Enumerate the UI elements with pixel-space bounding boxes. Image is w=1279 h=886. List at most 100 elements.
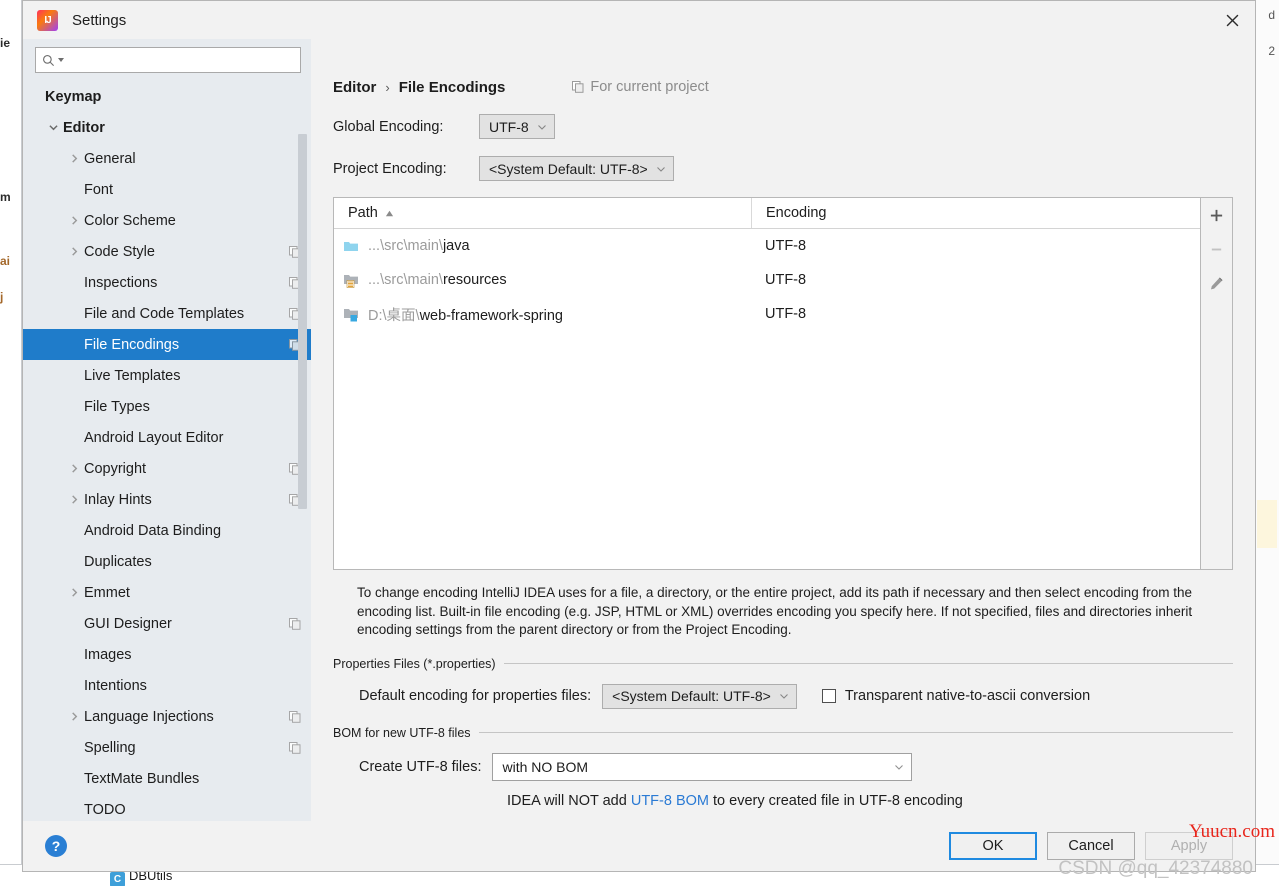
breadcrumb-parent[interactable]: Editor: [333, 79, 376, 96]
chevron-right-icon[interactable]: [66, 151, 82, 167]
chevron-right-icon[interactable]: [66, 492, 82, 508]
search-input[interactable]: [67, 51, 294, 69]
add-button[interactable]: [1207, 205, 1227, 225]
sidebar-item-duplicates[interactable]: Duplicates: [23, 546, 311, 577]
column-header-path[interactable]: Path: [334, 198, 752, 228]
ok-button[interactable]: OK: [949, 832, 1037, 860]
table-cell-encoding[interactable]: UTF-8: [752, 238, 1200, 254]
copy-icon: [289, 741, 301, 754]
ide-right-panel: [1255, 0, 1279, 886]
search-box[interactable]: [35, 47, 301, 73]
sidebar-item-editor[interactable]: Editor: [23, 112, 311, 143]
sidebar-item-emmet[interactable]: Emmet: [23, 577, 311, 608]
chevron-right-icon[interactable]: [66, 461, 82, 477]
bg-right-fragment-1: 2: [1268, 44, 1275, 58]
table-cell-encoding[interactable]: UTF-8: [752, 272, 1200, 288]
path-name: java: [442, 238, 470, 254]
create-utf8-files-label: Create UTF-8 files:: [359, 758, 482, 775]
global-encoding-row: Global Encoding: UTF-8: [333, 114, 1233, 139]
chevron-down-icon[interactable]: [45, 120, 61, 136]
chevron-right-icon[interactable]: [66, 709, 82, 725]
global-encoding-combo[interactable]: UTF-8: [479, 114, 555, 139]
sidebar-item-keymap[interactable]: Keymap: [23, 81, 311, 112]
table-cell-encoding[interactable]: UTF-8: [752, 306, 1200, 322]
table-row[interactable]: ...\src\main\java UTF-8: [334, 229, 1200, 263]
sidebar-item-font[interactable]: Font: [23, 174, 311, 205]
chevron-right-icon[interactable]: [66, 213, 82, 229]
sidebar-item-language-injections[interactable]: Language Injections: [23, 701, 311, 732]
sidebar-item-intentions[interactable]: Intentions: [23, 670, 311, 701]
sidebar-item-label: File and Code Templates: [84, 305, 245, 322]
table-row[interactable]: ...\src\main\resources UTF-8: [334, 263, 1200, 297]
dialog-titlebar: Settings: [23, 1, 1255, 39]
sidebar-item-file-and-code-templates[interactable]: File and Code Templates: [23, 298, 311, 329]
dialog-footer-left: ?: [23, 821, 311, 871]
encoding-hint: To change encoding IntelliJ IDEA uses fo…: [357, 585, 1193, 637]
sidebar-item-live-templates[interactable]: Live Templates: [23, 360, 311, 391]
bom-note-link[interactable]: UTF-8 BOM: [631, 793, 709, 809]
sidebar-item-android-layout-editor[interactable]: Android Layout Editor: [23, 422, 311, 453]
sidebar-item-label: Color Scheme: [84, 212, 176, 229]
create-utf8-files-combo[interactable]: with NO BOM: [492, 752, 913, 781]
transparent-native-to-ascii-checkbox[interactable]: Transparent native-to-ascii conversion: [821, 688, 1090, 704]
help-button[interactable]: ?: [45, 835, 67, 857]
sidebar-scrollbar[interactable]: [298, 134, 307, 509]
table-cell-path: ...\src\main\java: [334, 238, 752, 254]
properties-group-title: Properties Files (*.properties): [333, 656, 496, 671]
scope-indicator: For current project: [572, 79, 709, 95]
folder-blue-icon: [344, 242, 358, 251]
sidebar-item-todo[interactable]: TODO: [23, 794, 311, 821]
dialog-title: Settings: [72, 11, 127, 29]
sidebar-item-label: Spelling: [84, 739, 136, 756]
folder-module-icon: [344, 309, 358, 322]
sidebar-item-label: Intentions: [84, 677, 147, 694]
sidebar-item-inlay-hints[interactable]: Inlay Hints: [23, 484, 311, 515]
sidebar-item-code-style[interactable]: Code Style: [23, 236, 311, 267]
close-button[interactable]: [1210, 1, 1255, 39]
sidebar-item-images[interactable]: Images: [23, 639, 311, 670]
close-icon: [1226, 14, 1239, 26]
sidebar-item-inspections[interactable]: Inspections: [23, 267, 311, 298]
cancel-button[interactable]: Cancel: [1047, 832, 1135, 860]
breadcrumb: Editor › File Encodings For current proj…: [333, 77, 1233, 97]
sidebar-item-color-scheme[interactable]: Color Scheme: [23, 205, 311, 236]
sidebar-item-android-data-binding[interactable]: Android Data Binding: [23, 515, 311, 546]
sidebar-item-label: Keymap: [45, 88, 102, 105]
table-cell-path: ...\src\main\resources: [334, 272, 752, 288]
table-row[interactable]: D:\桌面\web-framework-spring UTF-8: [334, 297, 1200, 331]
chevron-right-icon[interactable]: [66, 244, 82, 260]
sidebar-item-file-encodings[interactable]: File Encodings: [23, 329, 311, 360]
edit-button[interactable]: [1207, 273, 1227, 293]
sidebar-item-file-types[interactable]: File Types: [23, 391, 311, 422]
sidebar-item-general[interactable]: General: [23, 143, 311, 174]
sidebar-item-textmate-bundles[interactable]: TextMate Bundles: [23, 763, 311, 794]
column-header-encoding[interactable]: Encoding: [752, 198, 1200, 228]
sidebar-item-gui-designer[interactable]: GUI Designer: [23, 608, 311, 639]
sidebar-item-label: TODO: [84, 801, 126, 818]
group-divider: [503, 663, 1233, 664]
path-prefix: ...\src\main\: [368, 272, 443, 288]
sidebar-item-copyright[interactable]: Copyright: [23, 453, 311, 484]
sidebar-item-spelling[interactable]: Spelling: [23, 732, 311, 763]
watermark-red: Yuucn.com: [1188, 821, 1275, 842]
remove-button[interactable]: [1207, 239, 1227, 259]
default-properties-encoding-combo[interactable]: <System Default: UTF-8>: [602, 683, 797, 709]
sidebar-item-label: Live Templates: [84, 367, 181, 384]
pencil-icon: [1210, 276, 1223, 289]
path-prefix: D:\桌面\: [368, 307, 420, 324]
project-encoding-combo[interactable]: <System Default: UTF-8>: [479, 156, 674, 181]
copy-icon: [289, 710, 301, 723]
chevron-right-icon[interactable]: [66, 585, 82, 601]
ide-marker-chip: [1257, 500, 1277, 548]
bom-note-after: to every created file in UTF-8 encoding: [708, 792, 963, 809]
sidebar-item-label: Images: [84, 646, 132, 663]
encodings-table: Path Encoding ...\src\main\java UTF-8 ...\…: [333, 197, 1201, 570]
project-encoding-row: Project Encoding: <System Default: UTF-8…: [333, 156, 1233, 181]
